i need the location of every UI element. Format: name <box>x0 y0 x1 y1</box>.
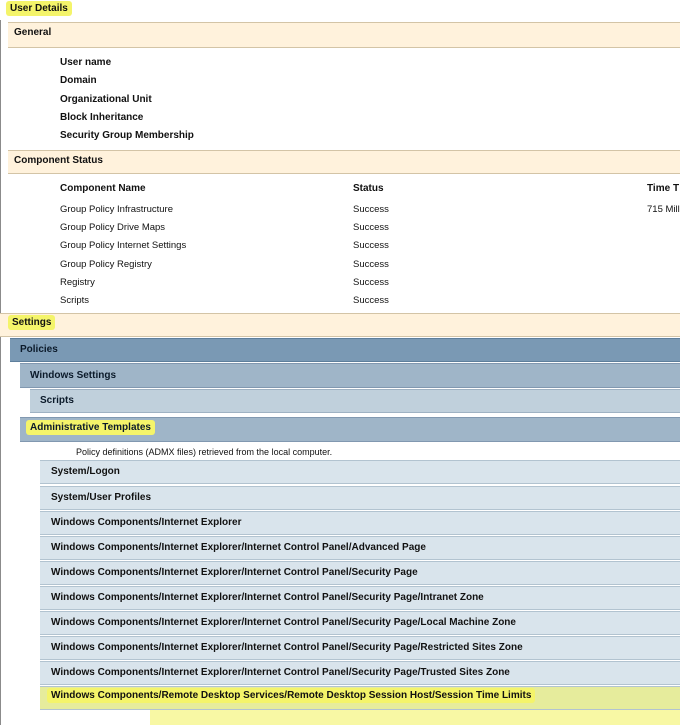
field-block-inheritance: Block Inheritance <box>60 112 144 123</box>
component-name: Group Policy Internet Settings <box>60 240 187 251</box>
section-ie-local-machine-zone[interactable]: Windows Components/Internet Explorer/Int… <box>40 611 680 635</box>
component-status: Success <box>353 240 389 251</box>
general-title: General <box>14 27 52 38</box>
left-border <box>0 0 1 725</box>
component-status: Success <box>353 222 389 233</box>
section-title: Windows Components/Internet Explorer <box>51 517 242 528</box>
col-time: Time T <box>647 183 680 194</box>
component-time: 715 Mill <box>647 204 680 215</box>
section-title: Windows Components/Internet Explorer/Int… <box>51 667 510 678</box>
field-domain: Domain <box>60 75 97 86</box>
component-name: Group Policy Drive Maps <box>60 222 166 233</box>
section-title: Windows Components/Internet Explorer/Int… <box>51 617 516 628</box>
administrative-templates-header[interactable]: Administrative Templates <box>20 417 680 442</box>
field-security-group-membership: Security Group Membership <box>60 130 194 141</box>
section-system-logon[interactable]: System/Logon <box>40 460 680 484</box>
windows-settings-title: Windows Settings <box>30 370 117 381</box>
section-system-user-profiles[interactable]: System/User Profiles <box>40 486 680 510</box>
component-status-title: Component Status <box>14 155 103 166</box>
section-ie-intranet-zone[interactable]: Windows Components/Internet Explorer/Int… <box>40 586 680 610</box>
section-ie-advanced-page[interactable]: Windows Components/Internet Explorer/Int… <box>40 536 680 560</box>
section-title: Windows Components/Internet Explorer/Int… <box>51 592 484 603</box>
component-name: Group Policy Registry <box>60 259 152 270</box>
component-status: Success <box>353 277 389 288</box>
col-component-name: Component Name <box>60 183 146 194</box>
section-title: Windows Components/Remote Desktop Servic… <box>47 688 536 703</box>
scripts-title: Scripts <box>40 395 74 406</box>
settings-header[interactable]: Settings <box>0 313 680 337</box>
general-section-header[interactable]: General <box>8 22 680 48</box>
section-ie-security-page[interactable]: Windows Components/Internet Explorer/Int… <box>40 561 680 585</box>
policies-header[interactable]: Policies <box>10 338 680 362</box>
field-organizational-unit: Organizational Unit <box>60 94 152 105</box>
section-ie-restricted-sites-zone[interactable]: Windows Components/Internet Explorer/Int… <box>40 636 680 660</box>
scripts-header[interactable]: Scripts <box>30 389 680 413</box>
field-user-name: User name <box>60 57 112 68</box>
section-title: System/User Profiles <box>51 492 152 503</box>
policies-title: Policies <box>20 344 58 355</box>
settings-title: Settings <box>8 315 56 330</box>
section-ie-trusted-sites-zone[interactable]: Windows Components/Internet Explorer/Int… <box>40 661 680 685</box>
section-title: Windows Components/Internet Explorer/Int… <box>51 567 418 578</box>
component-name: Scripts <box>60 295 90 306</box>
component-name: Group Policy Infrastructure <box>60 204 173 215</box>
section-rds-session-time-limits[interactable]: Windows Components/Remote Desktop Servic… <box>40 686 680 710</box>
user-details-header[interactable]: User Details <box>0 0 680 20</box>
component-name: Registry <box>60 277 95 288</box>
component-status: Success <box>353 204 389 215</box>
section-title: System/Logon <box>51 466 120 477</box>
section-title: Windows Components/Internet Explorer/Int… <box>51 642 523 653</box>
section-internet-explorer[interactable]: Windows Components/Internet Explorer <box>40 511 680 535</box>
col-status: Status <box>353 183 384 194</box>
administrative-templates-title: Administrative Templates <box>26 420 155 435</box>
admx-note: Policy definitions (ADMX files) retrieve… <box>76 447 333 457</box>
component-status: Success <box>353 259 389 270</box>
section-title: Windows Components/Internet Explorer/Int… <box>51 542 426 553</box>
component-status: Success <box>353 295 389 306</box>
user-details-title: User Details <box>6 1 72 16</box>
component-status-header[interactable]: Component Status <box>8 150 680 174</box>
windows-settings-header[interactable]: Windows Settings <box>20 363 680 388</box>
